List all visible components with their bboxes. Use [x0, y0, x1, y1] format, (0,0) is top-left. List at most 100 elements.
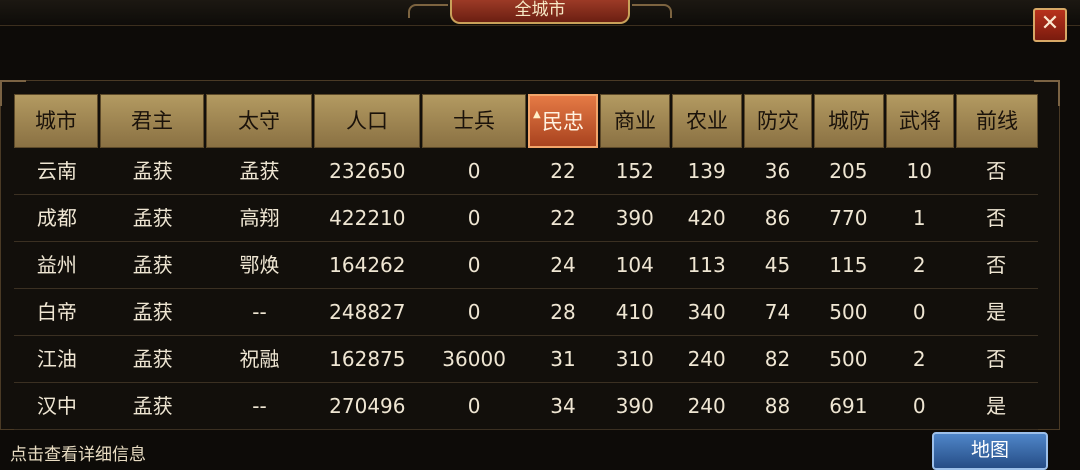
cell-disaster-defense: 88: [764, 394, 791, 418]
cell-governor: --: [252, 394, 267, 418]
cell-disaster-defense: 82: [764, 347, 791, 371]
column-header-commerce[interactable]: 商业: [600, 94, 670, 148]
cell-frontline: 否: [986, 347, 1007, 371]
cell-city-defense: 500: [829, 300, 868, 324]
close-button[interactable]: ✕: [1033, 8, 1067, 42]
cell-city: 白帝: [36, 300, 77, 324]
column-header-population[interactable]: 人口: [314, 94, 420, 148]
cell-loyalty: 22: [550, 159, 576, 183]
close-icon: ✕: [1040, 11, 1060, 36]
column-header-generals[interactable]: 武将: [886, 94, 954, 148]
window-title: 全城市: [450, 0, 630, 24]
cell-governor: 孟获: [239, 159, 280, 183]
column-header-soldiers[interactable]: 士兵: [422, 94, 526, 148]
cell-frontline: 否: [986, 206, 1007, 230]
column-header-disaster-defense[interactable]: 防灾: [744, 94, 812, 148]
cell-agriculture: 139: [687, 159, 726, 183]
cell-commerce: 390: [615, 394, 654, 418]
cell-population: 164262: [329, 253, 406, 277]
cell-commerce: 152: [615, 159, 654, 183]
cell-frontline: 是: [986, 394, 1007, 418]
cell-city: 云南: [36, 159, 77, 183]
cell-agriculture: 240: [687, 347, 726, 371]
cell-agriculture: 240: [687, 394, 726, 418]
table-row[interactable]: 汉中 孟获 -- 270496 0 34 390 240 88 691 0 是: [14, 383, 1038, 430]
cell-agriculture: 340: [687, 300, 726, 324]
cell-soldiers: 0: [467, 300, 481, 324]
detail-hint: 点击查看详细信息: [10, 445, 146, 465]
cell-city-defense: 691: [829, 394, 868, 418]
cell-disaster-defense: 45: [764, 253, 791, 277]
cell-city-defense: 205: [829, 159, 868, 183]
column-header-agriculture[interactable]: 农业: [672, 94, 742, 148]
column-header-label: 民忠: [542, 110, 584, 134]
cell-frontline: 否: [986, 253, 1007, 277]
cell-generals: 2: [912, 253, 926, 277]
cell-agriculture: 113: [687, 253, 726, 277]
cell-generals: 0: [912, 300, 926, 324]
cell-soldiers: 36000: [442, 347, 506, 371]
map-button[interactable]: 地图: [932, 432, 1048, 470]
cell-commerce: 104: [615, 253, 654, 277]
cell-lord: 孟获: [132, 300, 173, 324]
cell-population: 248827: [329, 300, 406, 324]
cell-city: 江油: [36, 347, 77, 371]
cell-loyalty: 34: [550, 394, 576, 418]
column-header-lord[interactable]: 君主: [100, 94, 204, 148]
cell-lord: 孟获: [132, 159, 173, 183]
cell-lord: 孟获: [132, 394, 173, 418]
cell-disaster-defense: 74: [764, 300, 791, 324]
table-row[interactable]: 云南 孟获 孟获 232650 0 22 152 139 36 205 10 否: [14, 148, 1038, 195]
cell-city: 益州: [36, 253, 77, 277]
cell-generals: 2: [912, 347, 926, 371]
cell-city: 汉中: [36, 394, 77, 418]
title-ornament-left: [408, 4, 448, 18]
table-header: 城市 君主 太守 人口 士兵 ▲ 民忠 商业 农业 防灾 城防 武将 前线: [14, 94, 1038, 148]
column-header-city[interactable]: 城市: [14, 94, 98, 148]
sort-ascending-icon: ▲: [533, 109, 541, 120]
cell-loyalty: 28: [550, 300, 576, 324]
cell-lord: 孟获: [132, 347, 173, 371]
table-row[interactable]: 益州 孟获 鄂焕 164262 0 24 104 113 45 115 2 否: [14, 242, 1038, 289]
cell-soldiers: 0: [467, 159, 481, 183]
cell-city-defense: 115: [829, 253, 868, 277]
cell-lord: 孟获: [132, 206, 173, 230]
table-row[interactable]: 江油 孟获 祝融 162875 36000 31 310 240 82 500 2 否: [14, 336, 1038, 383]
cell-soldiers: 0: [467, 206, 481, 230]
cell-loyalty: 31: [550, 347, 576, 371]
cell-governor: 祝融: [239, 347, 280, 371]
cell-commerce: 310: [615, 347, 654, 371]
cell-commerce: 410: [615, 300, 654, 324]
title-ornament-right: [632, 4, 672, 18]
cell-agriculture: 420: [687, 206, 726, 230]
cell-loyalty: 24: [550, 253, 576, 277]
cell-population: 422210: [329, 206, 406, 230]
cell-soldiers: 0: [467, 394, 481, 418]
column-header-city-defense[interactable]: 城防: [814, 94, 884, 148]
cell-frontline: 否: [986, 159, 1007, 183]
cell-frontline: 是: [986, 300, 1007, 324]
cell-commerce: 390: [615, 206, 654, 230]
cell-generals: 1: [912, 206, 926, 230]
cell-population: 270496: [329, 394, 406, 418]
column-header-governor[interactable]: 太守: [206, 94, 312, 148]
cell-lord: 孟获: [132, 253, 173, 277]
cell-population: 162875: [329, 347, 406, 371]
cell-population: 232650: [329, 159, 406, 183]
cell-disaster-defense: 36: [764, 159, 791, 183]
city-table-body: 云南 孟获 孟获 232650 0 22 152 139 36 205 10 否成都 孟获 高翔 42221…: [14, 148, 1038, 430]
cell-city-defense: 500: [829, 347, 868, 371]
cell-governor: 鄂焕: [239, 253, 280, 277]
cell-generals: 10: [906, 159, 932, 183]
table-row[interactable]: 白帝 孟获 -- 248827 0 28 410 340 74 500 0 是: [14, 289, 1038, 336]
cell-city-defense: 770: [829, 206, 868, 230]
cell-soldiers: 0: [467, 253, 481, 277]
cell-loyalty: 22: [550, 206, 576, 230]
cell-generals: 0: [912, 394, 926, 418]
cell-governor: 高翔: [239, 206, 280, 230]
cell-disaster-defense: 86: [764, 206, 791, 230]
cell-governor: --: [252, 300, 267, 324]
column-header-loyalty[interactable]: ▲ 民忠: [528, 94, 598, 148]
column-header-frontline[interactable]: 前线: [956, 94, 1038, 148]
table-row[interactable]: 成都 孟获 高翔 422210 0 22 390 420 86 770 1 否: [14, 195, 1038, 242]
